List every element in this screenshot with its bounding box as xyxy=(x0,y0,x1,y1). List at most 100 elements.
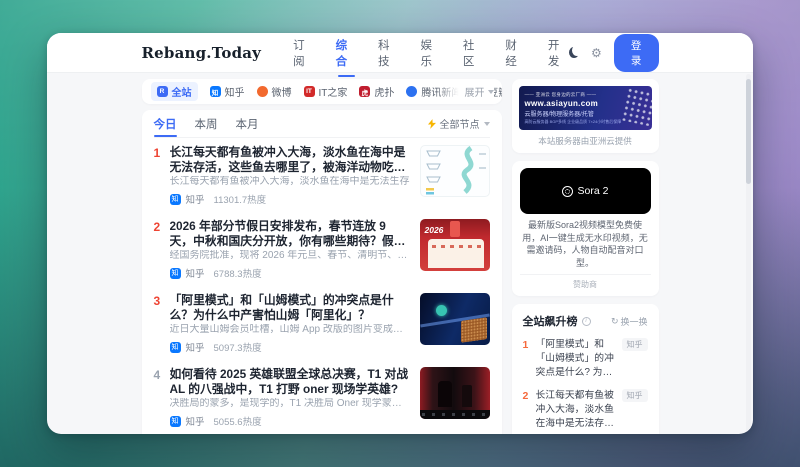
scrollbar-thumb[interactable] xyxy=(746,79,751,184)
tab-today[interactable]: 今日 xyxy=(153,110,177,137)
source-tab-ithome[interactable]: IT IT之家 xyxy=(303,84,348,99)
ad-card: —— 亚洲云 您身边的云厂商 —— www.asiayun.com 云服务器/物… xyxy=(511,79,659,153)
ad-caption: 本站服务器由亚洲云提供 xyxy=(538,136,632,146)
zhihu-icon: 知 xyxy=(209,86,221,97)
gear-icon[interactable]: ⚙ xyxy=(591,47,602,59)
source-tab-label: 腾讯新闻 xyxy=(421,88,462,99)
source-badge: 知乎 xyxy=(621,389,648,402)
ad-tagline: —— 亚洲云 您身边的云厂商 —— xyxy=(524,91,597,97)
feed-item-desc: 近日大量山姆会员吐槽，山姆 App 改版的图片变成成品图等问题，并认为产品加了… xyxy=(169,324,410,335)
rising-list-card: 全站飙升榜 i ↻ 换一换 1 「阿里模式」和「山姆模式」的冲突点是什么? 为什… xyxy=(511,304,659,434)
nav-general[interactable]: 综合 xyxy=(336,33,357,77)
nav-dev[interactable]: 开发 xyxy=(548,33,569,73)
source-tab-all[interactable]: R 全站 xyxy=(150,82,198,101)
nav-finance[interactable]: 财经 xyxy=(505,33,526,73)
nav-community[interactable]: 社区 xyxy=(463,33,484,73)
rank-number: 2 xyxy=(522,390,529,402)
node-filter-label: 全部节点 xyxy=(439,120,480,131)
rising-item: 1 「阿里模式」和「山姆模式」的冲突点是什么? 为什么中产害怕山姆「阿里… 知乎 xyxy=(523,338,648,380)
feed-item: 4 如何看待 2025 英雄联盟全球总决赛，T1 对战 AL 的八强战中，T1 … xyxy=(154,360,490,434)
ad-products: 云服务器/物理服务器/托管 xyxy=(524,111,594,118)
rising-item-title[interactable]: 「阿里模式」和「山姆模式」的冲突点是什么? 为什么中产害怕山姆「阿里… xyxy=(536,338,617,380)
rank-number: 1 xyxy=(522,339,529,351)
rising-item-title[interactable]: 长江每天都有鱼被冲入大海，淡水鱼在海中是无法存活，这些鱼去哪里了，被海… xyxy=(536,389,617,431)
feed-item-source: 知乎 xyxy=(185,417,205,428)
ad-domain: www.asiayun.com xyxy=(524,98,599,108)
main-nav: 订阅 综合 科技 娱乐 社区 财经 开发 xyxy=(293,33,569,77)
dark-mode-icon[interactable] xyxy=(569,47,579,58)
feed-item-source: 知乎 xyxy=(185,343,205,354)
refresh-icon: ↻ xyxy=(610,315,619,326)
refresh-button[interactable]: ↻ 换一换 xyxy=(611,315,648,328)
feed-item-heat: 5055.6热度 xyxy=(213,417,262,428)
feed-item-title[interactable]: 「阿里模式」和「山姆模式」的冲突点是什么？为什么中产害怕山姆「阿里化」？ xyxy=(170,293,410,322)
source-tab-label: 虎扑 xyxy=(374,88,395,99)
calendar-tab xyxy=(449,221,460,237)
openai-icon xyxy=(561,185,573,197)
source-tab-label: IT之家 xyxy=(318,88,348,99)
zhihu-icon: 知 xyxy=(169,341,181,353)
calendar-year: 2026 xyxy=(424,225,444,235)
sora-description: 最新版Sora2视频模型免费使用，AI一键生成无水印视频，无需邀请码，人物自动配… xyxy=(522,220,648,268)
hupu-icon: 虎 xyxy=(359,86,371,97)
info-icon[interactable]: i xyxy=(581,316,591,326)
chevron-down-icon xyxy=(483,121,490,126)
tab-this-week[interactable]: 本周 xyxy=(195,110,218,137)
expand-label: 展开 xyxy=(464,88,485,99)
nav-tech[interactable]: 科技 xyxy=(378,33,399,73)
ad-banner[interactable]: —— 亚洲云 您身边的云厂商 —— www.asiayun.com 云服务器/物… xyxy=(518,86,652,130)
feed-item-heat: 11301.7热度 xyxy=(213,195,267,206)
browser-window: Rebang.Today 订阅 综合 科技 娱乐 社区 财经 开发 ⚙ 登录 R… xyxy=(47,33,753,434)
rising-list-title: 全站飙升榜 xyxy=(522,316,578,328)
feed-item-desc: 经国务院批准，现将 2026 年元旦、春节、清明节、劳动节、端午节、中秋节和国庆… xyxy=(169,250,410,261)
rank-number: 4 xyxy=(153,368,161,382)
tencent-news-icon xyxy=(406,86,418,97)
sponsor-tag: 赞助商 xyxy=(519,274,651,290)
feed-item-title[interactable]: 如何看待 2025 英雄联盟全球总决赛，T1 对战 AL 的八强战中，T1 打野… xyxy=(170,367,410,396)
zhihu-icon: 知 xyxy=(169,267,181,279)
sponsor-card: Sora 2 最新版Sora2视频模型免费使用，AI一键生成无水印视频，无需邀请… xyxy=(511,161,659,296)
calendar-panel xyxy=(427,239,484,268)
feed-item-desc: 长江每天都有鱼被冲入大海，淡水鱼在海中是无法生存 xyxy=(169,176,410,187)
rank-number: 1 xyxy=(153,146,161,160)
lightning-icon xyxy=(427,118,436,129)
feed-item: 3 「阿里模式」和「山姆模式」的冲突点是什么？为什么中产害怕山姆「阿里化」？ 近… xyxy=(154,286,490,360)
feed-item-source: 知乎 xyxy=(185,269,205,280)
feed-card: 今日 本周 本月 全部节点 1 长江每天都有鱼被冲入大海，淡水鱼在海中是无法存活… xyxy=(141,110,502,434)
feed-item-thumbnail[interactable] xyxy=(419,367,490,419)
time-tabs: 今日 本周 本月 全部节点 xyxy=(153,110,490,138)
source-badge: 知乎 xyxy=(621,338,648,351)
source-tab-zhihu[interactable]: 知 知乎 xyxy=(209,84,245,99)
nav-subscribe[interactable]: 订阅 xyxy=(293,33,314,73)
feed-item: 2 2026 年部分节假日安排发布，春节连放 9 天，中秋和国庆分开放，你有哪些… xyxy=(154,212,490,286)
sora-banner[interactable]: Sora 2 xyxy=(519,168,651,214)
feed-item-desc: 决胜局的蒙多，是现学的，T1 决胜局 Oner 现学蒙多，Faker 、 Mat… xyxy=(169,398,410,409)
source-tab-label: 微博 xyxy=(271,88,292,99)
rebang-icon: R xyxy=(156,86,168,97)
zhihu-icon: 知 xyxy=(169,193,181,205)
rank-number: 3 xyxy=(153,294,161,308)
source-tab-hupu[interactable]: 虎 虎扑 xyxy=(359,84,394,99)
source-tabs: R 全站 知 知乎 微博 IT IT之家 虎 虎扑 腾讯新闻 展开 xyxy=(141,79,502,104)
tab-this-month[interactable]: 本月 xyxy=(236,110,259,137)
refresh-label: 换一换 xyxy=(620,316,648,327)
sora-brand: Sora 2 xyxy=(577,185,609,197)
source-tab-label: 知乎 xyxy=(224,88,245,99)
scrollbar-track[interactable] xyxy=(746,74,751,432)
feed-item-thumbnail[interactable] xyxy=(419,145,490,197)
nav-entertainment[interactable]: 娱乐 xyxy=(420,33,441,73)
login-button[interactable]: 登录 xyxy=(613,33,659,72)
source-tab-label: 全站 xyxy=(171,88,192,99)
feed-item-title[interactable]: 长江每天都有鱼被冲入大海，淡水鱼在海中是无法存活，这些鱼去哪里了，被海洋动物吃了… xyxy=(170,145,410,174)
zhihu-icon: 知 xyxy=(169,415,181,427)
expand-sources-button[interactable]: 展开 xyxy=(464,84,494,99)
site-logo[interactable]: Rebang.Today xyxy=(142,44,262,62)
feed-item-source: 知乎 xyxy=(185,195,205,206)
feed-item-title[interactable]: 2026 年部分节假日安排发布，春节连放 9 天，中秋和国庆分开放，你有哪些期待… xyxy=(170,219,410,248)
source-tab-weibo[interactable]: 微博 xyxy=(256,84,292,99)
feed-item-thumbnail[interactable]: 2026 xyxy=(419,219,490,271)
node-filter-dropdown[interactable]: 全部节点 xyxy=(427,116,490,131)
ad-fineprint: 高防云服务器 BGP多线 企业级品质 7×24小时售后保障 xyxy=(524,119,622,125)
source-tab-tencent-news[interactable]: 腾讯新闻 xyxy=(406,84,461,99)
feed-item-thumbnail[interactable] xyxy=(419,293,490,345)
